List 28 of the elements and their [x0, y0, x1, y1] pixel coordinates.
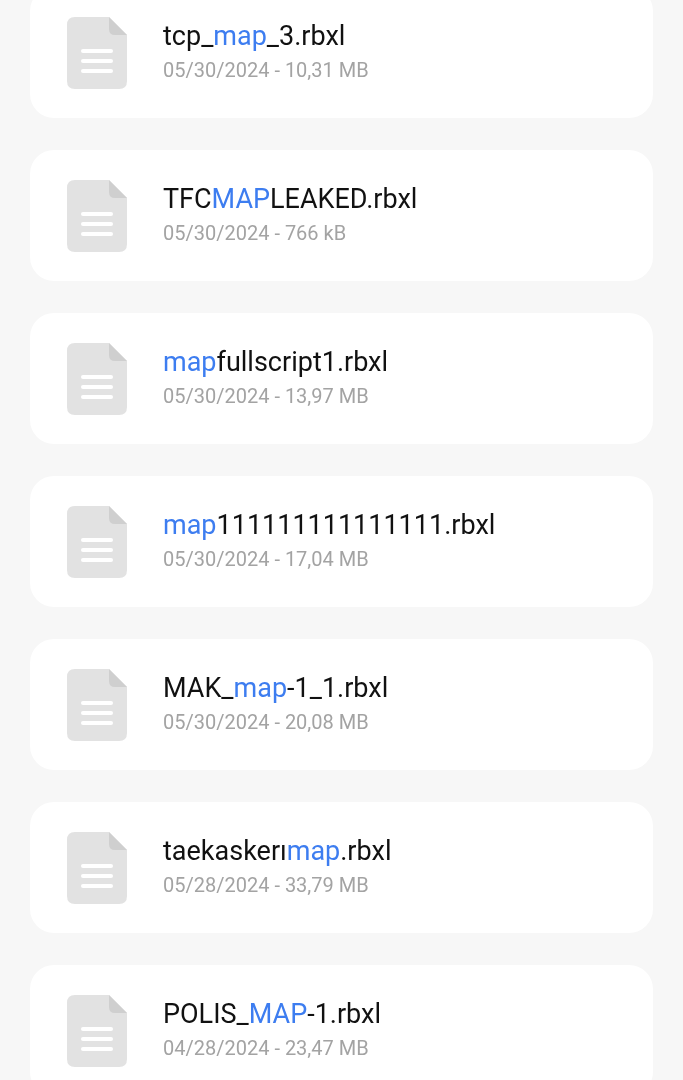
file-item[interactable]: map111111111111111.rbxl 05/30/2024 - 17,04 MB	[30, 476, 653, 607]
file-item[interactable]: mapfullscript1.rbxl 05/30/2024 - 13,97 MB	[30, 313, 653, 444]
file-details: 05/30/2024 - 17,04 MB	[163, 545, 370, 573]
document-icon	[67, 16, 127, 89]
file-details: 05/30/2024 - 766 kB	[163, 219, 348, 247]
document-icon	[67, 994, 127, 1067]
file-details: 05/30/2024 - 20,08 MB	[163, 708, 370, 736]
file-name: tcp_map_3.rbxl	[163, 18, 347, 54]
document-icon	[67, 179, 127, 252]
file-details: 05/28/2024 - 33,79 MB	[163, 871, 370, 899]
file-item[interactable]: TFCMAPLEAKED.rbxl 05/30/2024 - 766 kB	[30, 150, 653, 281]
file-item[interactable]: MAK_map-1_1.rbxl 05/30/2024 - 20,08 MB	[30, 639, 653, 770]
file-name: map111111111111111.rbxl	[163, 507, 496, 543]
file-details: 05/30/2024 - 10,31 MB	[163, 56, 369, 84]
file-item[interactable]: tcp_map_3.rbxl 05/30/2024 - 10,31 MB	[30, 0, 653, 118]
file-details: 05/30/2024 - 13,97 MB	[163, 382, 370, 410]
file-name: mapfullscript1.rbxl	[163, 344, 389, 380]
document-icon	[67, 505, 127, 578]
file-name: POLIS_MAP-1.rbxl	[163, 996, 381, 1032]
document-icon	[67, 668, 127, 741]
file-item[interactable]: POLIS_MAP-1.rbxl 04/28/2024 - 23,47 MB	[30, 965, 653, 1080]
file-name: taekaskerımap.rbxl	[163, 833, 392, 869]
file-details: 04/28/2024 - 23,47 MB	[163, 1034, 370, 1062]
file-name: MAK_map-1_1.rbxl	[163, 670, 389, 706]
file-name: TFCMAPLEAKED.rbxl	[163, 181, 418, 217]
document-icon	[67, 342, 127, 415]
document-icon	[67, 831, 127, 904]
file-item[interactable]: taekaskerımap.rbxl 05/28/2024 - 33,79 MB	[30, 802, 653, 933]
